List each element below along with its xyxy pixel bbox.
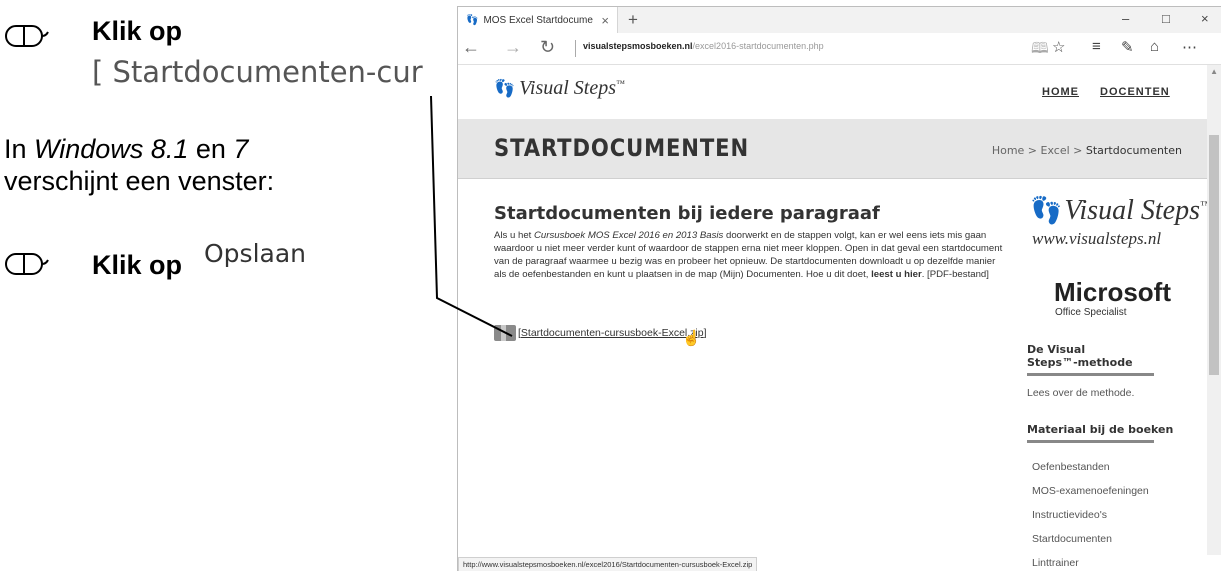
web-page: 👣 Visual Steps™ HOME DOCENTEN STARTDOCUME… xyxy=(458,65,1208,571)
url-domain: visualstepsmosboeken.nl xyxy=(583,41,693,51)
vertical-scrollbar[interactable] xyxy=(1207,65,1221,555)
step2-label: Klik op xyxy=(92,250,183,280)
scroll-up-icon[interactable]: ▲ xyxy=(1210,67,1218,76)
refresh-button[interactable]: ↻ xyxy=(540,37,555,58)
mouse-icon xyxy=(5,253,49,275)
mouse-icon xyxy=(5,25,49,47)
visual-steps-logo: 👣Visual Steps™ xyxy=(1030,195,1208,226)
reading-view-icon[interactable]: 🕮 xyxy=(1031,38,1049,63)
instruction-paragraph: In Windows 8.1 en 7 verschijnt een venst… xyxy=(4,134,275,196)
hand-cursor-icon: ☝ xyxy=(682,330,701,347)
sidebar-link-startdocumenten[interactable]: Startdocumenten xyxy=(1032,533,1112,545)
step1-label: Klik op xyxy=(92,16,183,46)
materials-divider xyxy=(1027,440,1154,443)
address-separator xyxy=(575,40,576,57)
share-icon[interactable]: ⌂ xyxy=(1150,38,1159,55)
visual-steps-favicon-icon: 👣 xyxy=(466,14,479,26)
url-path: /excel2016-startdocumenten.php xyxy=(692,41,824,51)
breadcrumb-current: Startdocumenten xyxy=(1085,144,1182,157)
browser-window: 👣 MOS Excel Startdocume × + – □ × ← → ↻ … xyxy=(457,6,1221,571)
web-note-icon[interactable]: ✎ xyxy=(1121,38,1134,56)
browser-tab[interactable]: 👣 MOS Excel Startdocume × xyxy=(458,7,618,33)
site-logo[interactable]: 👣 Visual Steps™ xyxy=(494,77,625,100)
footprints-icon: 👣 xyxy=(494,79,516,98)
method-heading: De Visual Steps™-methode xyxy=(1027,343,1133,369)
content-title: Startdocumenten bij iedere paragraaf xyxy=(494,203,880,224)
download-zip-link[interactable]: Startdocumenten-cursusboek-Excel.zip xyxy=(521,327,704,339)
forward-button[interactable]: → xyxy=(504,37,522,58)
minimize-button[interactable]: – xyxy=(1122,11,1129,26)
content-body: Als u het Cursusboek MOS Excel 2016 en 2… xyxy=(494,230,1003,280)
status-bar-url: http://www.visualstepsmosboeken.nl/excel… xyxy=(458,557,758,571)
sidebar-link-instructievideos[interactable]: Instructievideo's xyxy=(1032,509,1107,521)
tab-close-icon[interactable]: × xyxy=(601,13,609,28)
site-header: 👣 Visual Steps™ HOME DOCENTEN xyxy=(458,65,1208,119)
sidebar-link-linttrainer[interactable]: Linttrainer xyxy=(1032,557,1079,569)
address-bar: ← → ↻ visualstepsmosboeken.nl/excel2016-… xyxy=(458,33,1221,65)
sidebar-link-mos-examenoefeningen[interactable]: MOS-examenoefeningen xyxy=(1032,485,1149,497)
menu-home-link[interactable]: HOME xyxy=(1042,86,1079,98)
menu-docenten-link[interactable]: DOCENTEN xyxy=(1100,86,1170,98)
breadcrumb: Home > Excel > Startdocumenten xyxy=(991,144,1182,157)
footprints-icon: 👣 xyxy=(1030,196,1063,225)
more-icon[interactable]: ⋯ xyxy=(1182,38,1197,56)
visual-steps-url: www.visualsteps.nl xyxy=(1032,229,1162,248)
download-row: [ Startdocumenten-cursusboek-Excel.zip ] xyxy=(494,325,707,341)
close-button[interactable]: × xyxy=(1201,11,1209,26)
materials-heading: Materiaal bij de boeken xyxy=(1027,423,1174,436)
title-bar: 👣 MOS Excel Startdocume × + – □ × xyxy=(458,7,1221,33)
back-button[interactable]: ← xyxy=(462,37,480,58)
breadcrumb-home[interactable]: Home xyxy=(992,144,1024,157)
scrollbar-thumb[interactable] xyxy=(1209,135,1219,375)
tab-title: MOS Excel Startdocume xyxy=(483,14,593,26)
office-specialist-label: Office Specialist xyxy=(1055,307,1127,318)
url-field[interactable]: visualstepsmosboeken.nl/excel2016-startd… xyxy=(583,41,824,51)
method-link[interactable]: Lees over de methode. xyxy=(1027,387,1134,399)
instruction-panel: Klik op [ Startdocumenten-cur In Windows… xyxy=(0,0,455,571)
step1-crop-link: [ Startdocumenten-cur xyxy=(92,52,455,92)
new-tab-button[interactable]: + xyxy=(628,10,638,30)
read-here-link[interactable]: leest u hier xyxy=(871,269,922,280)
sidebar-link-oefenbestanden[interactable]: Oefenbestanden xyxy=(1032,461,1110,473)
page-title: STARTDOCUMENTEN xyxy=(494,134,750,162)
title-band: STARTDOCUMENTEN Home > Excel > Startdocu… xyxy=(458,119,1208,179)
favorite-star-icon[interactable]: ☆ xyxy=(1052,38,1065,56)
breadcrumb-excel[interactable]: Excel xyxy=(1041,144,1070,157)
zip-file-icon xyxy=(494,325,516,341)
method-divider xyxy=(1027,373,1154,376)
maximize-button[interactable]: □ xyxy=(1162,11,1170,26)
hub-icon[interactable]: ≡ xyxy=(1092,38,1101,55)
microsoft-logo: Microsoft xyxy=(1054,277,1171,307)
step2-crop-button: Opslaan xyxy=(204,236,336,274)
